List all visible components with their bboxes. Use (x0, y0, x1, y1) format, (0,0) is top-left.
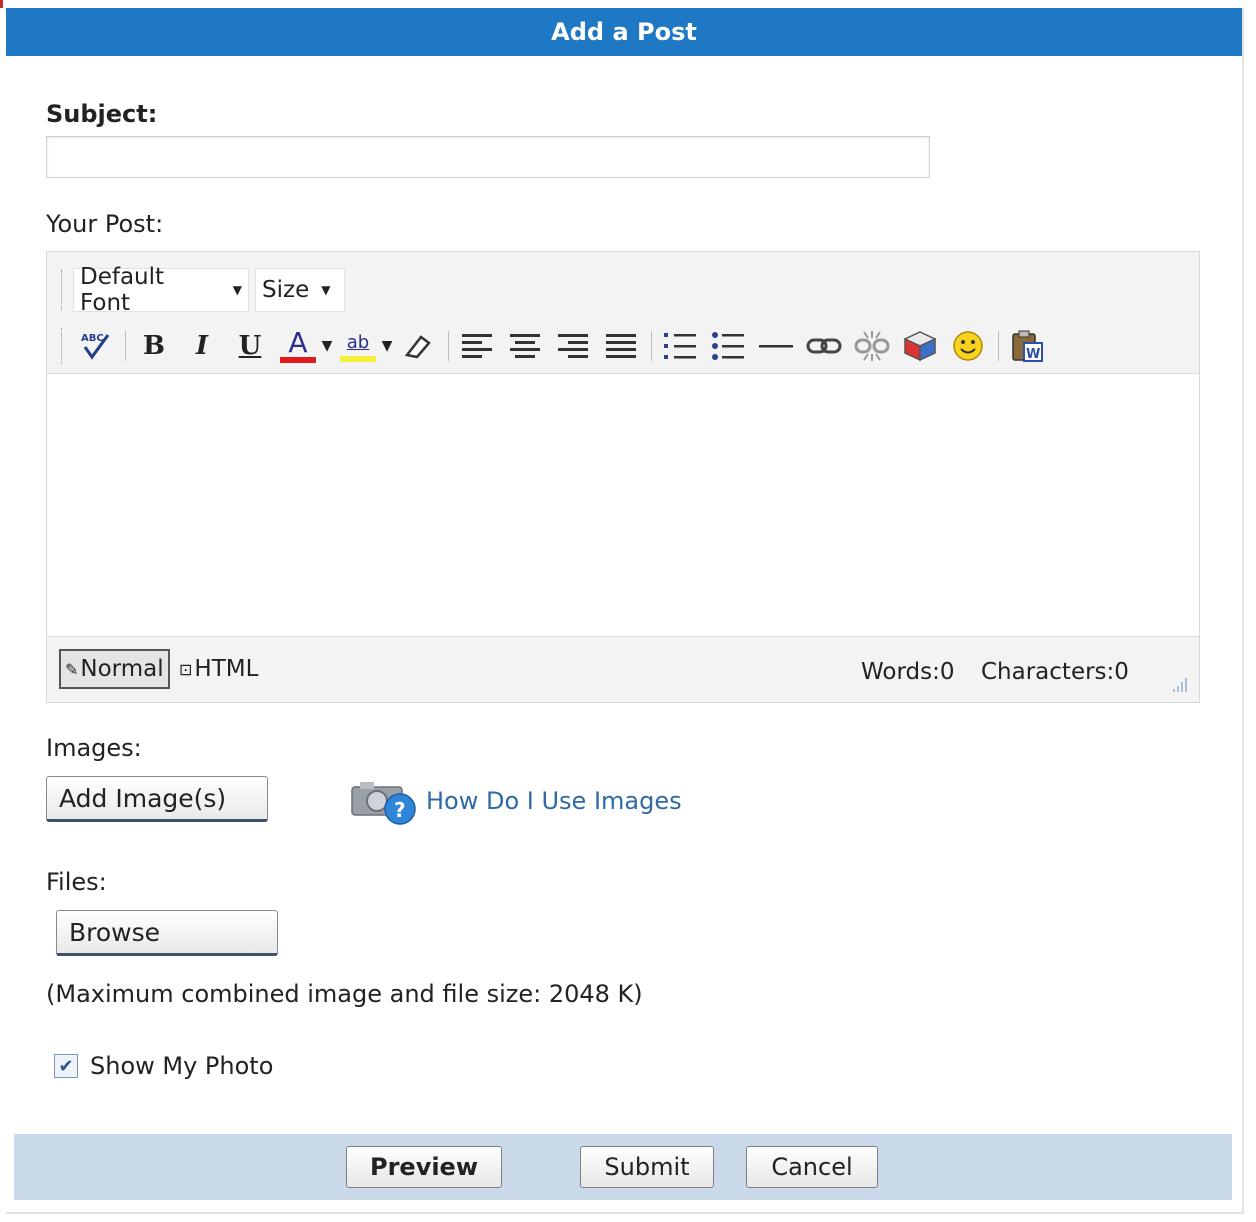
help-link-text: How Do I Use Images (426, 787, 682, 815)
show-photo-checkbox[interactable]: ✔ (54, 1054, 78, 1078)
camera-help-icon: ? (350, 777, 420, 825)
align-right-icon[interactable] (553, 326, 593, 366)
highlight-glyph: ab (346, 332, 370, 353)
bold-icon[interactable]: B (134, 326, 174, 366)
smiley-icon[interactable] (948, 326, 988, 366)
font-size-value: Size (262, 277, 310, 303)
form-footer: Preview Submit Cancel (14, 1134, 1232, 1200)
corner-mark (0, 0, 3, 8)
font-family-dropdown[interactable]: Default Font ▼ (73, 264, 249, 316)
mode-normal-label: Normal (80, 656, 164, 682)
svg-text:ABC: ABC (81, 333, 104, 344)
images-label: Images: (46, 734, 142, 762)
character-count: Characters:0 (981, 659, 1129, 685)
word-count: Words:0 (861, 659, 955, 685)
bullet-list-icon[interactable] (708, 326, 748, 366)
toolbar-separator (998, 331, 999, 361)
toolbar-grip (61, 270, 64, 310)
mode-html-label: HTML (194, 656, 259, 682)
highlight-dropdown-icon[interactable]: ▼ (378, 326, 396, 366)
toolbar-separator (125, 331, 126, 361)
svg-text:W: W (1026, 347, 1040, 362)
align-center-icon[interactable] (505, 326, 545, 366)
highlight-swatch (340, 356, 376, 362)
subject-input[interactable] (46, 136, 930, 178)
submit-button[interactable]: Submit (580, 1146, 714, 1188)
numbered-list-icon[interactable] (660, 326, 700, 366)
mode-normal-button[interactable]: ✎ Normal (59, 649, 170, 689)
your-post-label: Your Post: (46, 210, 164, 238)
font-color-icon[interactable]: A (278, 326, 318, 366)
normal-mode-icon: ✎ (65, 659, 79, 679)
spellcheck-icon[interactable]: ABC (75, 326, 115, 366)
font-color-swatch (280, 357, 316, 363)
font-color-dropdown-icon[interactable]: ▼ (318, 326, 336, 366)
toolbar-separator (651, 331, 652, 361)
eraser-icon[interactable] (398, 326, 438, 366)
browse-button[interactable]: Browse (56, 910, 278, 956)
add-images-button[interactable]: Add Image(s) (46, 776, 268, 822)
toolbar-grip (61, 328, 64, 364)
preview-button[interactable]: Preview (346, 1146, 502, 1188)
rich-text-editor: Default Font ▼ Size ▼ ABC B I U A ▼ ab ▼… (46, 251, 1200, 703)
mode-html-button[interactable]: ⊡ HTML (175, 649, 262, 689)
highlight-icon[interactable]: ab (338, 326, 378, 366)
insert-media-icon[interactable] (900, 326, 940, 366)
horizontal-rule-icon[interactable] (756, 326, 796, 366)
html-mode-icon: ⊡ (179, 659, 193, 679)
max-size-note: (Maximum combined image and file size: 2… (46, 980, 643, 1008)
align-justify-icon[interactable] (601, 326, 641, 366)
cancel-button[interactable]: Cancel (746, 1146, 878, 1188)
page-title: Add a Post (6, 8, 1242, 56)
show-photo-label: Show My Photo (90, 1052, 274, 1080)
show-photo-row[interactable]: ✔ Show My Photo (54, 1048, 273, 1084)
svg-text:?: ? (394, 798, 406, 822)
align-left-icon[interactable] (457, 326, 497, 366)
resize-handle-icon[interactable] (1169, 674, 1189, 694)
italic-icon[interactable]: I (182, 326, 222, 366)
editor-statusbar: ✎ Normal ⊡ HTML Words:0 Characters:0 (47, 636, 1199, 702)
toolbar-separator (448, 331, 449, 361)
link-icon[interactable] (804, 326, 844, 366)
post-body-editor[interactable] (47, 374, 1199, 636)
files-label: Files: (46, 868, 107, 896)
editor-toolbar: Default Font ▼ Size ▼ ABC B I U A ▼ ab ▼… (47, 252, 1199, 374)
font-color-glyph: A (288, 326, 308, 359)
chevron-down-icon: ▼ (232, 283, 242, 297)
add-post-panel: Add a Post Subject: Your Post: Default F… (6, 8, 1244, 1214)
underline-icon[interactable]: U (230, 326, 270, 366)
how-to-use-images-link[interactable]: ? How Do I Use Images (350, 776, 682, 826)
font-size-dropdown[interactable]: Size ▼ (255, 268, 345, 312)
paste-from-word-icon[interactable]: W (1007, 326, 1047, 366)
subject-label: Subject: (46, 100, 158, 128)
unlink-icon[interactable] (852, 326, 892, 366)
chevron-down-icon: ▼ (321, 283, 331, 297)
font-family-value: Default Font (80, 264, 165, 316)
format-toolbar-row: ABC B I U A ▼ ab ▼ W (75, 324, 1055, 368)
